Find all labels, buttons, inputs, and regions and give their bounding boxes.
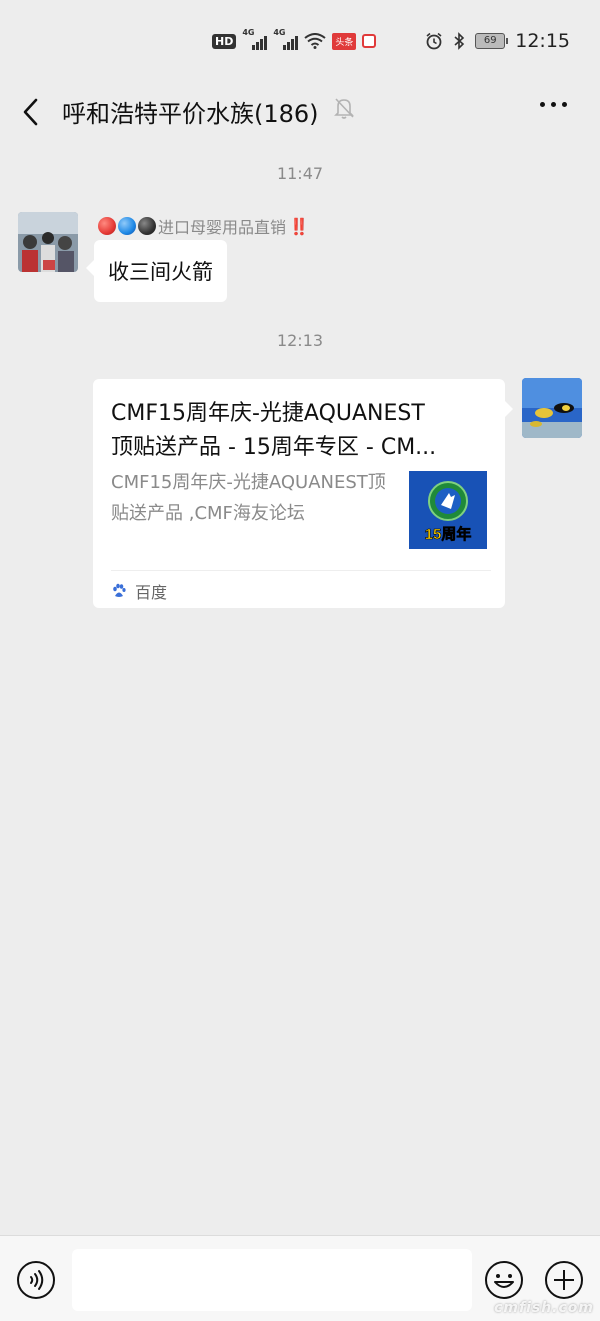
message-text: 收三间火箭	[108, 260, 213, 284]
link-card-source: 百度	[111, 579, 167, 603]
black-circle-emoji	[138, 217, 156, 235]
bluetooth-icon	[454, 32, 465, 50]
link-card-source-name: 百度	[135, 583, 168, 602]
chat-header: 呼和浩特平价水族(186)	[0, 88, 600, 138]
status-bar-left: HD 4G 4G 头条	[212, 28, 377, 50]
mute-bell-icon	[334, 98, 354, 119]
message-input[interactable]	[72, 1249, 472, 1311]
message-timestamp: 12:13	[276, 331, 324, 350]
sender-name-text: 进口母婴用品直销	[158, 218, 287, 237]
wifi-icon	[304, 33, 326, 49]
double-exclamation-emoji: ‼️	[289, 216, 309, 236]
baidu-paw-icon	[113, 583, 126, 597]
back-arrow-icon[interactable]	[18, 92, 48, 132]
watermark: cmfish.com	[494, 1300, 594, 1316]
message-timestamp: 11:47	[276, 164, 324, 183]
more-icon	[540, 102, 545, 107]
voice-icon[interactable]	[16, 1260, 56, 1300]
status-time: 12:15	[515, 30, 570, 52]
link-card-title: CMF15周年庆-光捷AQUANEST 顶贴送产品 - 15周年专区 - CM.…	[111, 401, 437, 460]
hd-badge: HD	[212, 33, 237, 49]
signal-icon: 4G	[273, 28, 299, 50]
red-circle-emoji	[98, 217, 116, 235]
chat-title: 呼和浩特平价水族(186)	[62, 100, 319, 128]
link-card-description: CMF15周年庆-光捷AQUANEST顶贴送产品 ,CMF海友论坛	[111, 472, 386, 524]
link-card-thumbnail: 15周年	[409, 471, 487, 549]
status-bar: HD 4G 4G 头条 69 12:15	[0, 0, 600, 88]
alarm-icon	[426, 32, 442, 50]
status-bar-right: 69 12:15	[425, 30, 570, 52]
battery-icon: 69	[475, 33, 509, 49]
signal-icon: 4G	[242, 28, 268, 50]
emoji-icon[interactable]	[484, 1260, 524, 1300]
more-options-button[interactable]	[540, 102, 567, 107]
plus-icon[interactable]	[544, 1260, 584, 1300]
toutiao-app-icon: 头条	[332, 32, 357, 50]
blue-circle-emoji	[118, 217, 136, 235]
link-card-divider	[111, 570, 491, 571]
sender-avatar[interactable]	[18, 212, 78, 272]
svg-text:15周年: 15周年	[425, 525, 472, 543]
incoming-message-bubble[interactable]: 收三间火箭	[86, 240, 227, 302]
notification-app-icon	[362, 34, 377, 48]
link-card-message[interactable]: CMF15周年庆-光捷AQUANEST 顶贴送产品 - 15周年专区 - CM.…	[93, 379, 513, 608]
sender-name: 进口母婴用品直销 ‼️	[98, 214, 309, 238]
my-avatar[interactable]	[522, 378, 582, 438]
